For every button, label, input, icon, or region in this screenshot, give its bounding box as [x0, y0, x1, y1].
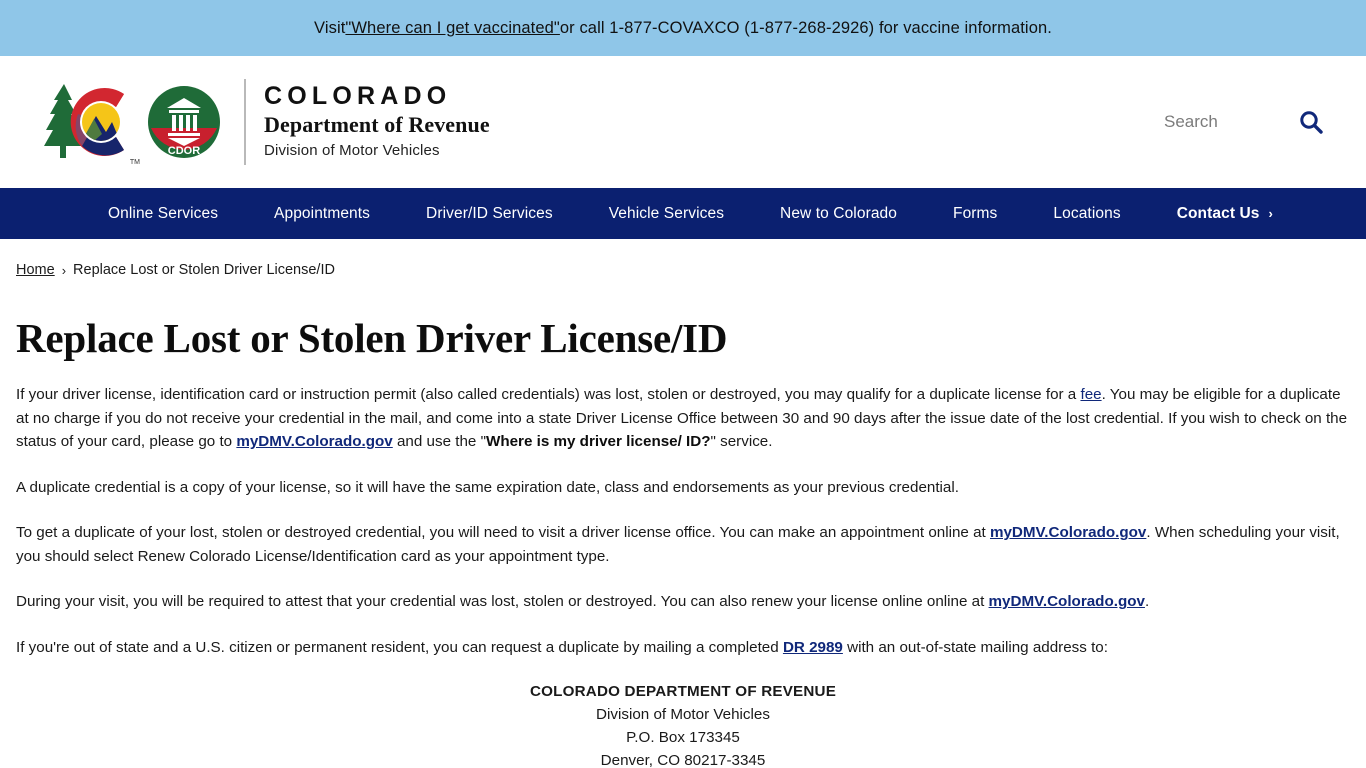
colorado-c-logo-svg: [44, 84, 124, 158]
mydmv-link-3[interactable]: myDMV.Colorado.gov: [989, 593, 1145, 610]
chevron-right-icon: ›: [1268, 206, 1273, 221]
intro-paragraph: If your driver license, identification c…: [16, 383, 1350, 454]
nav-item-appointments[interactable]: Appointments: [274, 205, 370, 223]
site-header: TM CDOR COLORADO Department of Revenue D…: [0, 56, 1366, 188]
agency-state-name: COLORADO: [264, 81, 452, 110]
nav-item-online-services[interactable]: Online Services: [108, 205, 218, 223]
nav-item-vehicle-services[interactable]: Vehicle Services: [609, 205, 724, 223]
dr-2989-form-link[interactable]: DR 2989: [783, 639, 843, 656]
breadcrumb-separator: ›: [61, 262, 67, 278]
search-icon: [1300, 111, 1323, 134]
address-line-department: COLORADO DEPARTMENT OF REVENUE: [529, 682, 837, 700]
fee-link[interactable]: fee: [1080, 386, 1101, 403]
out-of-state-paragraph: If you're out of state and a U.S. citize…: [16, 636, 1350, 660]
brand-divider: [244, 79, 246, 165]
trademark-mark: TM: [129, 159, 140, 166]
nav-label: New to Colorado: [780, 204, 897, 222]
agency-division-name: Division of Motor Vehicles: [264, 141, 440, 159]
vaccination-link[interactable]: "Where can I get vaccinated": [345, 19, 559, 38]
page-title: Replace Lost or Stolen Driver License/ID: [16, 315, 728, 361]
agency-name-block: COLORADO Department of Revenue Division …: [264, 82, 490, 163]
nav-label: Vehicle Services: [608, 204, 725, 222]
mailing-address-block: COLORADO DEPARTMENT OF REVENUE Division …: [16, 680, 1350, 768]
nav-item-new-to-colorado[interactable]: New to Colorado: [780, 205, 897, 223]
duplicate-definition-paragraph: A duplicate credential is a copy of your…: [16, 478, 959, 496]
cdor-badge-svg: CDOR: [148, 86, 220, 158]
search-input[interactable]: [1162, 111, 1282, 133]
mydmv-link-1[interactable]: myDMV.Colorado.gov: [236, 433, 392, 450]
nav-item-locations[interactable]: Locations: [1053, 205, 1120, 223]
brand-lockup[interactable]: TM CDOR COLORADO Department of Revenue D…: [38, 74, 490, 170]
intro-text-part-1: If your driver license, identification c…: [16, 386, 1081, 404]
nav-item-contact-us[interactable]: Contact Us ›: [1177, 205, 1273, 223]
breadcrumb: Home › Replace Lost or Stolen Driver Lic…: [16, 262, 1350, 278]
address-line-city-state-zip: Denver, CO 80217-3345: [600, 751, 766, 768]
breadcrumb-current: Replace Lost or Stolen Driver License/ID: [73, 262, 335, 278]
nav-item-forms[interactable]: Forms: [953, 205, 997, 223]
attestation-text-part-2: .: [1144, 593, 1150, 611]
cdor-badge: CDOR: [146, 84, 222, 160]
address-line-po-box: P.O. Box 173345: [626, 728, 740, 746]
service-name-bold: Where is my driver license/ ID?: [485, 433, 711, 451]
intro-text-part-4: " service.: [710, 433, 773, 451]
nav-label: Forms: [953, 204, 998, 222]
nav-label: Online Services: [108, 204, 219, 222]
nav-label: Locations: [1053, 204, 1121, 222]
vaccine-alert-banner: Visit "Where can I get vaccinated" or ca…: [0, 0, 1366, 56]
cdor-badge-text: CDOR: [168, 145, 200, 157]
main-content: Home › Replace Lost or Stolen Driver Lic…: [0, 262, 1366, 768]
header-search-area: [1162, 109, 1324, 135]
alert-prefix-text: Visit: [314, 18, 346, 37]
attestation-text-part-1: During your visit, you will be required …: [16, 593, 989, 611]
nav-label: Appointments: [274, 204, 371, 222]
main-navigation: Online Services Appointments Driver/ID S…: [0, 188, 1366, 239]
alert-suffix-text: or call 1-877-COVAXCO (1-877-268-2926) f…: [559, 18, 1052, 37]
appointment-paragraph: To get a duplicate of your lost, stolen …: [16, 521, 1350, 568]
nav-item-driver-id-services[interactable]: Driver/ID Services: [426, 205, 553, 223]
appointment-text-part-1: To get a duplicate of your lost, stolen …: [16, 524, 990, 542]
colorado-c-logo: TM: [38, 74, 142, 170]
attestation-paragraph: During your visit, you will be required …: [16, 590, 1350, 614]
mydmv-link-2[interactable]: myDMV.Colorado.gov: [990, 524, 1146, 541]
nav-label: Contact Us: [1176, 204, 1260, 222]
address-line-division: Division of Motor Vehicles: [596, 705, 770, 723]
search-button[interactable]: [1298, 109, 1324, 135]
out-of-state-text-part-1: If you're out of state and a U.S. citize…: [16, 639, 783, 657]
nav-label: Driver/ID Services: [426, 204, 553, 222]
breadcrumb-home-link[interactable]: Home: [16, 262, 55, 278]
agency-department-name: Department of Revenue: [264, 112, 490, 138]
intro-text-part-3: and use the ": [392, 433, 486, 451]
out-of-state-text-part-2: with an out-of-state mailing address to:: [842, 639, 1108, 657]
